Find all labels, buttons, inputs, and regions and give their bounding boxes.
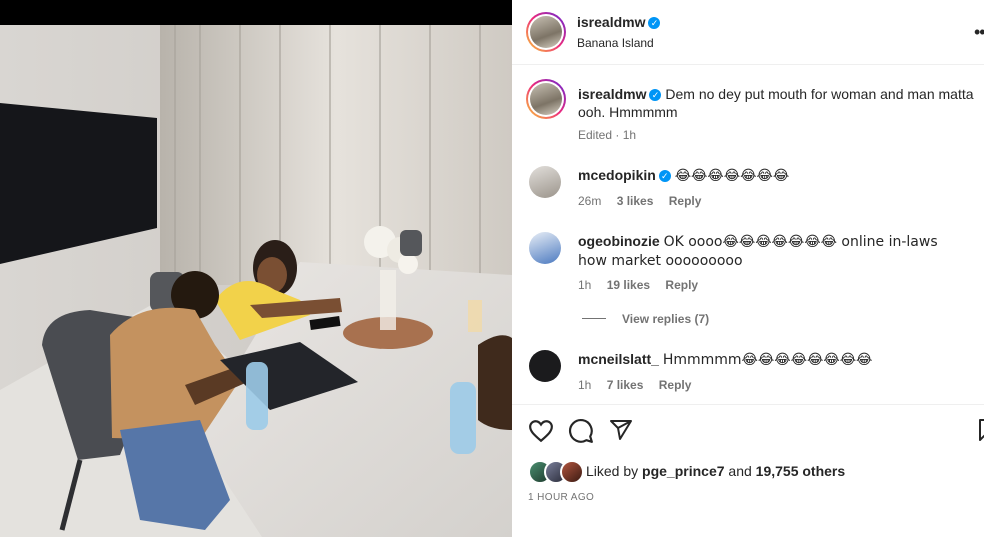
liked-by: Liked by pge_prince7 and 19,755 others xyxy=(586,463,845,479)
comment: mcedopikin ✓ 😂😂😂😂😂😂😂 xyxy=(578,166,978,185)
comment-meta: 1h 19 likes Reply xyxy=(578,278,698,292)
caption-username[interactable]: isrealdmw xyxy=(578,86,646,102)
post-image xyxy=(0,0,512,537)
post-timestamp[interactable]: 1 HOUR AGO xyxy=(528,492,594,503)
comment-text: Hmmmmm😂😂😂😂😂😂😂😂 xyxy=(662,352,873,368)
comment-avatar[interactable] xyxy=(529,232,561,264)
comment-reply-button[interactable]: Reply xyxy=(665,278,698,292)
comment-time[interactable]: 1h xyxy=(578,278,591,292)
comment-likes[interactable]: 3 likes xyxy=(617,194,654,208)
author-avatar[interactable] xyxy=(526,12,566,52)
view-replies-line xyxy=(582,318,606,319)
comment-username[interactable]: mcneilslatt_ xyxy=(578,351,659,367)
verified-badge-icon: ✓ xyxy=(648,17,661,29)
comment-text: 😂😂😂😂😂😂😂 xyxy=(674,168,790,184)
comment-likes[interactable]: 7 likes xyxy=(607,378,644,392)
comment-likes[interactable]: 19 likes xyxy=(607,278,650,292)
verified-badge-icon: ✓ xyxy=(649,89,662,101)
post-detail-panel: isrealdmw✓ Banana Island ••• isrealdmw✓ … xyxy=(512,0,984,537)
comment-time[interactable]: 26m xyxy=(578,194,601,208)
liker-avatar[interactable] xyxy=(560,460,584,484)
comment-icon[interactable] xyxy=(568,418,594,444)
comment-meta: 1h 7 likes Reply xyxy=(578,378,691,392)
liked-by-prefix: Liked by xyxy=(586,463,643,479)
heart-icon[interactable] xyxy=(528,418,554,444)
share-icon[interactable] xyxy=(609,418,633,442)
caption: isrealdmw ✓ Dem no dey put mouth for woma… xyxy=(578,85,978,121)
post-header: isrealdmw✓ Banana Island ••• xyxy=(512,0,984,65)
caption-meta: Edited · 1h xyxy=(578,128,637,142)
author-username[interactable]: isrealdmw xyxy=(577,14,645,30)
caption-avatar[interactable] xyxy=(526,79,566,119)
comment-reply-button[interactable]: Reply xyxy=(659,378,692,392)
comment: ogeobinozie OK oooo😂😂😂😂😂😂😂 online in-law… xyxy=(578,232,968,270)
liked-by-and: and xyxy=(724,463,756,479)
comment-avatar[interactable] xyxy=(529,166,561,198)
liked-by-user[interactable]: pge_prince7 xyxy=(642,463,724,479)
post-location[interactable]: Banana Island xyxy=(577,36,654,50)
bookmark-icon[interactable] xyxy=(975,418,984,442)
comment-reply-button[interactable]: Reply xyxy=(669,194,702,208)
liked-by-count[interactable]: 19,755 others xyxy=(756,463,846,479)
comment: mcneilslatt_ Hmmmmm😂😂😂😂😂😂😂😂 xyxy=(578,350,978,369)
more-icon[interactable]: ••• xyxy=(974,22,984,43)
comment-meta: 26m 3 likes Reply xyxy=(578,194,701,208)
verified-badge-icon: ✓ xyxy=(658,170,671,182)
comment-avatar[interactable] xyxy=(529,350,561,382)
comment-time[interactable]: 1h xyxy=(578,378,591,392)
author-row: isrealdmw ✓ xyxy=(577,14,661,32)
view-replies-button[interactable]: View replies (7) xyxy=(622,312,709,326)
comment-username[interactable]: ogeobinozie xyxy=(578,233,660,249)
comment-username[interactable]: mcedopikin xyxy=(578,167,656,183)
post-photo[interactable] xyxy=(0,0,512,537)
